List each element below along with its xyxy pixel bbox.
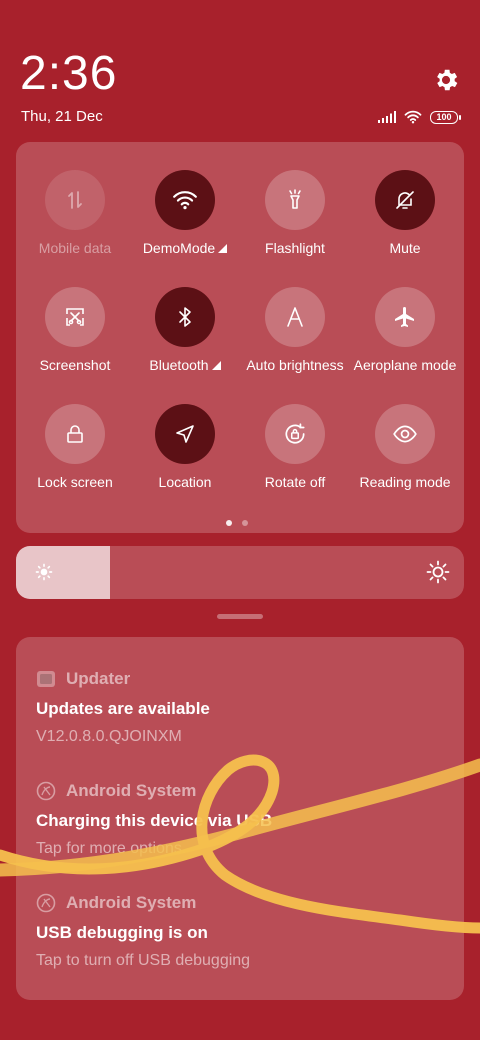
quick-settings-panel: Mobile data DemoMode Flashlight Mute Scr… (16, 142, 464, 533)
tile-auto-brightness[interactable]: Auto brightness (240, 259, 350, 373)
notification-app-name: Updater (66, 669, 131, 688)
wifi-status-icon (404, 110, 422, 124)
date[interactable]: Thu, 21 Dec (21, 108, 103, 125)
tile-demomode[interactable]: DemoMode (130, 142, 240, 256)
tile-bluetooth[interactable]: Bluetooth (130, 259, 240, 373)
drag-handle[interactable] (217, 614, 263, 619)
tile-aeroplane-mode[interactable]: Aeroplane mode (350, 259, 460, 373)
android-system-icon (36, 893, 56, 913)
tile-reading-mode[interactable]: Reading mode (350, 376, 460, 490)
tile-lock-screen[interactable]: Lock screen (20, 376, 130, 490)
signal-icon (378, 111, 396, 123)
brightness-slider[interactable] (16, 546, 464, 599)
notification-header: Android System (36, 779, 446, 803)
tile-location[interactable]: Location (130, 376, 240, 490)
page-dot-active[interactable] (226, 520, 232, 526)
mute-bell-icon (375, 170, 435, 230)
battery-icon: 100 (430, 110, 461, 124)
notification-updater[interactable]: Updater Updates are available V12.0.8.0.… (36, 667, 446, 746)
tile-mute[interactable]: Mute (350, 142, 460, 256)
page-indicator (226, 520, 248, 526)
wifi-icon (155, 170, 215, 230)
clock[interactable]: 2:36 (20, 48, 117, 100)
notification-body: Tap for more options. (36, 840, 187, 857)
eye-icon (375, 404, 435, 464)
brightness-low-icon (35, 563, 53, 581)
flashlight-icon (265, 170, 325, 230)
auto-brightness-icon (265, 287, 325, 347)
notification-usb-debugging[interactable]: Android System USB debugging is on Tap t… (36, 891, 446, 970)
notification-app-name: Android System (66, 893, 197, 912)
updater-app-icon (37, 671, 55, 687)
notification-body: V12.0.8.0.QJOINXM (36, 728, 182, 745)
notification-usb-charging[interactable]: Android System Charging this device via … (36, 779, 446, 858)
notification-title: Updates are available (36, 699, 210, 718)
tile-mobile-data[interactable]: Mobile data (20, 142, 130, 256)
aeroplane-icon (375, 287, 435, 347)
tile-screenshot[interactable]: Screenshot (20, 259, 130, 373)
expand-triangle-icon (218, 244, 228, 253)
notification-header: Updater (36, 667, 446, 691)
tile-label: Aeroplane mode (353, 357, 457, 373)
notification-header: Android System (36, 891, 446, 915)
screenshot-icon (45, 287, 105, 347)
lock-icon (45, 404, 105, 464)
mobile-data-icon (45, 170, 105, 230)
notification-title: USB debugging is on (36, 923, 208, 942)
brightness-high-icon (426, 560, 450, 584)
location-icon (155, 404, 215, 464)
tile-rotate-off[interactable]: Rotate off (240, 376, 350, 490)
page-dot[interactable] (242, 520, 248, 526)
tile-label: Mute (389, 240, 421, 256)
bluetooth-icon (155, 287, 215, 347)
notification-panel: Updater Updates are available V12.0.8.0.… (16, 637, 464, 1000)
gear-icon[interactable] (432, 66, 460, 94)
expand-triangle-icon (211, 361, 221, 370)
tile-flashlight[interactable]: Flashlight (240, 142, 350, 256)
brightness-fill (16, 546, 111, 599)
notification-body: Tap to turn off USB debugging (36, 952, 251, 969)
android-system-icon (36, 781, 56, 801)
rotate-lock-icon (265, 404, 325, 464)
tile-label: Reading mode (359, 474, 451, 490)
status-icons: 100 (378, 108, 461, 126)
notification-app-name: Android System (66, 781, 197, 800)
notification-title: Charging this device via USB (36, 811, 273, 830)
